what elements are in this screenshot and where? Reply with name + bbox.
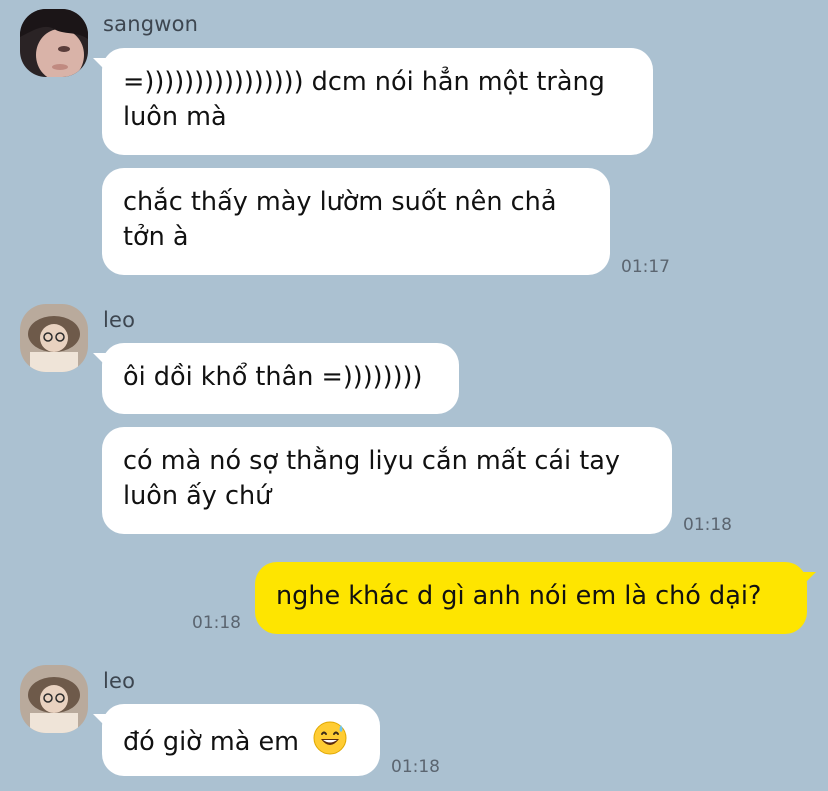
message-bubble[interactable]: đó giờ mà em: [93, 704, 380, 776]
message-text: luôn mà: [123, 102, 227, 132]
message-text: =)))))))))))))))) dcm nói hẳn một tràng: [123, 67, 605, 97]
avatar-photo-icon: [20, 304, 88, 372]
avatar-photo-icon: [20, 665, 88, 733]
message-timestamp: 01:18: [391, 757, 440, 777]
message-bubble[interactable]: có mà nó sợ thằng liyu cắn mất cái tay l…: [102, 427, 672, 534]
grinning-sweat-emoji-icon: [313, 721, 347, 765]
message-bubble[interactable]: =)))))))))))))))) dcm nói hẳn một tràng …: [93, 48, 653, 155]
message-timestamp: 01:17: [621, 257, 670, 277]
message-timestamp: 01:18: [683, 515, 732, 535]
message-text: đó giờ mà em: [123, 727, 299, 757]
sender-name: leo: [103, 669, 136, 693]
message-text: ôi dồi khổ thân =)))))))): [123, 362, 423, 392]
message-text: có mà nó sợ thằng liyu cắn mất cái tay: [123, 446, 620, 476]
sender-name: leo: [103, 308, 136, 332]
message-text: luôn ấy chứ: [123, 481, 272, 511]
message-text: tởn à: [123, 222, 189, 252]
message-bubble[interactable]: ôi dồi khổ thân =)))))))): [93, 343, 459, 414]
avatar-leo[interactable]: [20, 304, 88, 372]
message-bubble[interactable]: chắc thấy mày lườm suốt nên chả tởn à: [102, 168, 610, 275]
message-text: chắc thấy mày lườm suốt nên chả: [123, 187, 557, 217]
message-timestamp: 01:18: [192, 613, 241, 633]
avatar-photo-icon: [20, 9, 88, 77]
avatar-sangwon[interactable]: [20, 9, 88, 77]
outgoing-message-bubble[interactable]: nghe khác d gì anh nói em là chó dại?: [255, 562, 816, 634]
avatar-leo[interactable]: [20, 665, 88, 733]
sender-name: sangwon: [103, 12, 199, 36]
message-text: nghe khác d gì anh nói em là chó dại?: [276, 581, 762, 611]
